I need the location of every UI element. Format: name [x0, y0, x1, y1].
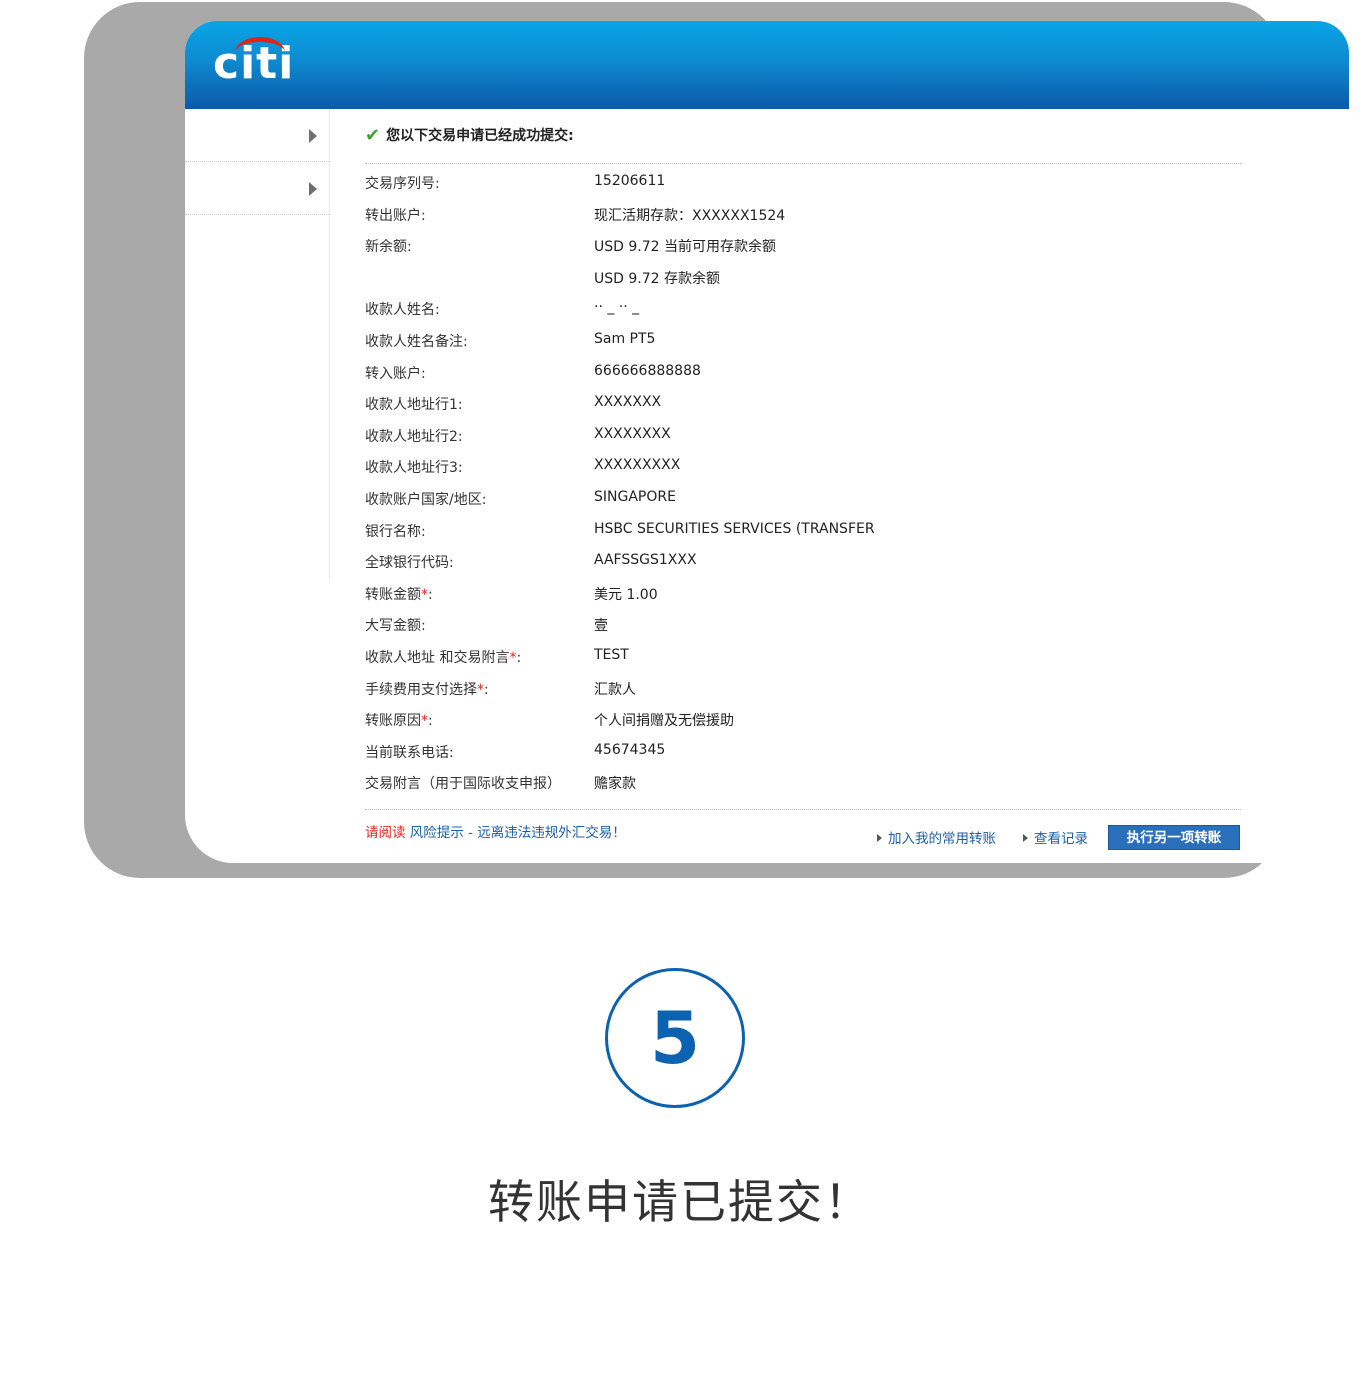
- detail-label: 转出账户:: [365, 205, 426, 225]
- risk-notice: 请阅读 风险提示 - 远离违法违规外汇交易！: [365, 821, 626, 841]
- detail-label: 收款人地址行2:: [365, 426, 463, 446]
- detail-value: TEST: [594, 646, 629, 663]
- label-colon: :: [428, 586, 433, 603]
- detail-value: Sam PT5: [594, 330, 656, 347]
- risk-notice-link[interactable]: 风险提示 - 远离违法违规外汇交易！: [410, 825, 626, 841]
- view-records-label: 查看记录: [1034, 831, 1088, 847]
- detail-label: 银行名称:: [365, 521, 426, 541]
- checkmark-icon: ✔: [365, 125, 381, 146]
- label-colon: :: [516, 649, 522, 666]
- success-text: 您以下交易申请已经成功提交:: [386, 128, 574, 144]
- detail-label-text: 转入账户:: [365, 365, 426, 382]
- detail-label: 转账原因*:: [365, 710, 433, 730]
- detail-label-text: 交易序列号:: [365, 176, 440, 192]
- detail-value: USD 9.72 当前可用存款余额: [594, 239, 776, 256]
- add-favorite-link[interactable]: 加入我的常用转账: [877, 827, 996, 847]
- detail-label-text: 转出账户:: [365, 207, 426, 224]
- detail-label-text: 收款人姓名备注:: [365, 333, 468, 350]
- detail-value: 壹: [594, 618, 608, 635]
- detail-label: 转账金额*:: [365, 584, 433, 604]
- divider: [365, 809, 1241, 810]
- detail-value: 赡家款: [594, 776, 636, 793]
- success-message: ✔ 您以下交易申请已经成功提交:: [365, 125, 574, 146]
- detail-value: USD 9.72 存款余额: [594, 270, 720, 287]
- side-nav: [185, 109, 330, 579]
- required-asterisk: *: [477, 681, 484, 698]
- detail-label-text: 收款人地址 和交易附言: [365, 649, 510, 666]
- detail-value: SINGAPORE: [594, 488, 676, 505]
- detail-value: 个人间捐赠及无偿援助: [594, 713, 734, 730]
- detail-label: 收款人地址 和交易附言*:: [365, 647, 521, 667]
- detail-label-text: 手续费用支付选择: [365, 681, 477, 698]
- browser-screen: citi ✔ 您以下交易申请已经成功提交: 交易序列号: 15206611 转出账户:…: [185, 21, 1349, 863]
- triangle-right-icon: [1023, 834, 1028, 842]
- detail-label-text: 收款人地址行1:: [365, 397, 463, 414]
- label-colon: :: [484, 681, 489, 698]
- detail-label-text: 当前联系电话:: [365, 744, 454, 761]
- detail-value: 45674345: [594, 741, 666, 758]
- detail-value: 汇款人: [594, 681, 636, 698]
- side-nav-item-2[interactable]: [185, 162, 329, 215]
- detail-value: XXXXXXX: [594, 394, 662, 411]
- detail-label: 交易序列号:: [365, 173, 440, 193]
- logo-arc-icon: [235, 37, 285, 68]
- step-caption: 转账申请已提交！: [488, 1175, 872, 1229]
- detail-label-text: 全球银行代码:: [365, 555, 454, 572]
- view-records-link[interactable]: 查看记录: [1023, 827, 1088, 847]
- detail-label-text: 转账原因: [365, 713, 421, 730]
- detail-label: 全球银行代码:: [365, 552, 454, 572]
- detail-value: HSBC SECURITIES SERVICES (TRANSFER: [594, 520, 875, 537]
- detail-label-text: 新余额:: [365, 239, 412, 256]
- read-prefix: 请阅读: [365, 825, 406, 841]
- step-number-circle: 5: [605, 968, 745, 1108]
- detail-value: XXXXXXXXX: [594, 457, 681, 474]
- detail-label: 收款人地址行1:: [365, 394, 463, 414]
- detail-value: XXXXXXXX: [594, 425, 671, 442]
- header-bar: citi: [185, 21, 1349, 109]
- detail-label: 交易附言（用于国际收支申报）: [365, 773, 561, 793]
- detail-label-text: 转账金额: [365, 586, 421, 603]
- chevron-right-icon: [309, 182, 317, 196]
- detail-label-text: 收款人地址行3:: [365, 460, 463, 477]
- detail-label: 新余额:: [365, 236, 412, 256]
- detail-label-text: 交易附言（用于国际收支申报）: [365, 776, 561, 793]
- detail-value: 现汇活期存款：XXXXXX1524: [594, 207, 786, 224]
- add-favorite-label: 加入我的常用转账: [888, 831, 996, 847]
- detail-label: 收款账户国家/地区:: [365, 489, 486, 509]
- divider: [365, 163, 1241, 164]
- required-asterisk: *: [421, 586, 428, 603]
- detail-label: 当前联系电话:: [365, 742, 454, 762]
- detail-value: 美元 1.00: [594, 586, 658, 603]
- side-nav-item-1[interactable]: [185, 109, 329, 162]
- detail-label-text: 收款人地址行2:: [365, 428, 463, 445]
- detail-label: 收款人姓名:: [365, 299, 440, 319]
- detail-value: AAFSSGS1XXX: [594, 552, 697, 569]
- detail-label-text: 收款账户国家/地区:: [365, 491, 487, 508]
- device-frame: citi ✔ 您以下交易申请已经成功提交: 交易序列号: 15206611 转出账户:…: [84, 2, 1349, 878]
- detail-label-text: 收款人姓名:: [365, 302, 440, 319]
- detail-value: 15206611: [594, 173, 666, 189]
- triangle-right-icon: [877, 834, 882, 842]
- detail-value: ·· _ ·· _: [594, 299, 640, 316]
- detail-label: 收款人地址行3:: [365, 457, 463, 477]
- label-colon: :: [428, 713, 433, 730]
- chevron-right-icon: [309, 129, 317, 143]
- detail-label-text: 银行名称:: [365, 523, 426, 540]
- detail-label: 手续费用支付选择*:: [365, 679, 489, 699]
- required-asterisk: *: [421, 713, 428, 730]
- detail-label: 大写金额:: [365, 615, 426, 635]
- detail-value: 666666888888: [594, 362, 701, 379]
- detail-label-text: 大写金额:: [365, 618, 426, 635]
- detail-label: 收款人姓名备注:: [365, 331, 468, 351]
- execute-another-button[interactable]: 执行另一项转账: [1108, 825, 1240, 850]
- detail-label: 转入账户:: [365, 363, 426, 383]
